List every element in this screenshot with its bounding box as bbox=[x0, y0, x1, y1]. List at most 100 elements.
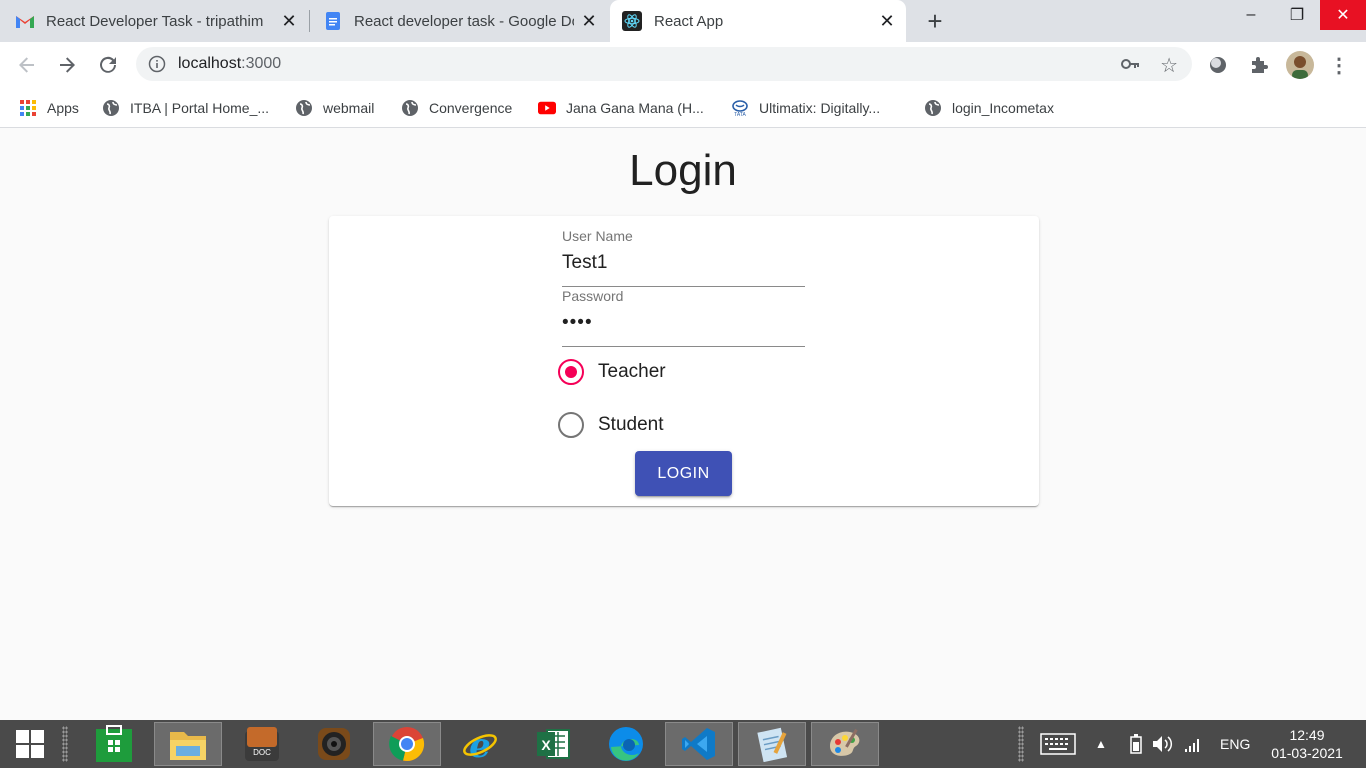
show-hidden-icons-icon[interactable]: ▲ bbox=[1095, 720, 1107, 768]
bookmark-apps[interactable]: Apps bbox=[19, 96, 79, 120]
battery-icon[interactable] bbox=[1130, 720, 1142, 768]
bookmark-incometax[interactable]: login_Incometax bbox=[924, 96, 1054, 120]
avatar[interactable] bbox=[1286, 51, 1314, 79]
minimize-button[interactable]: – bbox=[1228, 0, 1274, 30]
internet-explorer-icon[interactable]: e bbox=[446, 722, 514, 766]
react-icon bbox=[622, 11, 642, 31]
forward-arrow-icon[interactable] bbox=[54, 52, 80, 78]
tab-separator bbox=[309, 10, 310, 32]
bookmark-ultimatix[interactable]: TATA Ultimatix: Digitally... bbox=[731, 96, 880, 120]
new-tab-button[interactable]: + bbox=[922, 8, 948, 35]
globe-icon bbox=[102, 99, 120, 117]
address-bar[interactable]: localhost:3000 ☆ bbox=[136, 47, 1192, 81]
taskbar-grip bbox=[62, 726, 68, 762]
info-icon[interactable] bbox=[148, 55, 166, 73]
username-field[interactable]: User Name Test1 bbox=[562, 228, 805, 287]
gmail-icon bbox=[16, 12, 34, 30]
speaker-app-icon[interactable] bbox=[300, 722, 368, 766]
key-icon[interactable] bbox=[1120, 55, 1140, 78]
login-button[interactable]: LOGIN bbox=[635, 451, 732, 496]
tab-title: React developer task - Google Do bbox=[354, 12, 574, 30]
bookmark-label: Ultimatix: Digitally... bbox=[759, 100, 881, 116]
radio-unchecked-icon[interactable] bbox=[558, 412, 584, 438]
bookmark-label: webmail bbox=[323, 100, 375, 116]
bookmark-label: Convergence bbox=[429, 100, 513, 116]
tab-google-docs[interactable]: React developer task - Google Do ✕ bbox=[324, 0, 608, 42]
bookmarks-bar: Apps ITBA | Portal Home_... webmail Conv… bbox=[0, 88, 1366, 128]
reload-icon[interactable] bbox=[95, 52, 121, 78]
bookmark-itba[interactable]: ITBA | Portal Home_... bbox=[102, 96, 269, 120]
bookmark-label: Jana Gana Mana (H... bbox=[566, 100, 704, 116]
globe-icon bbox=[401, 99, 419, 117]
bookmark-label: login_Incometax bbox=[952, 100, 1054, 116]
username-input[interactable]: Test1 bbox=[562, 252, 805, 278]
bookmark-youtube[interactable]: Jana Gana Mana (H... bbox=[538, 96, 704, 120]
username-label: User Name bbox=[562, 228, 633, 244]
password-underline bbox=[562, 346, 805, 347]
notepad-icon[interactable] bbox=[738, 722, 806, 766]
close-tab-icon[interactable]: ✕ bbox=[280, 12, 298, 30]
close-tab-icon[interactable]: ✕ bbox=[580, 12, 598, 30]
bookmark-star-icon[interactable]: ☆ bbox=[1160, 53, 1178, 78]
page-title: Login bbox=[629, 146, 737, 195]
file-explorer-icon[interactable] bbox=[154, 722, 222, 766]
bookmark-label: Apps bbox=[47, 100, 79, 116]
doc-viewer-icon[interactable]: DOC bbox=[228, 722, 296, 766]
tab-title: React App bbox=[654, 12, 724, 30]
signal-icon[interactable] bbox=[1184, 720, 1202, 768]
password-input[interactable]: •••• bbox=[562, 312, 805, 338]
radio-student[interactable]: Student bbox=[558, 412, 664, 438]
taskbar: DOC e X ▲ ENG 12:49 01-03-2021 bbox=[0, 720, 1366, 768]
clock-date: 01-03-2021 bbox=[1271, 745, 1343, 761]
clock-time: 12:49 bbox=[1289, 727, 1325, 743]
tab-title: React Developer Task - tripathim bbox=[46, 12, 264, 30]
bookmark-label: ITBA | Portal Home_... bbox=[130, 100, 270, 116]
paint-icon[interactable] bbox=[811, 722, 879, 766]
menu-kebab-icon[interactable]: ⋮ bbox=[1328, 54, 1350, 77]
radio-teacher[interactable]: Teacher bbox=[558, 359, 666, 385]
youtube-icon bbox=[538, 99, 556, 117]
svg-text:X: X bbox=[541, 737, 551, 753]
url-port: :3000 bbox=[241, 55, 282, 72]
globe-icon bbox=[295, 99, 313, 117]
close-window-button[interactable]: ✕ bbox=[1320, 0, 1366, 30]
restore-button[interactable]: ❐ bbox=[1274, 0, 1320, 30]
taskbar-grip bbox=[1018, 726, 1024, 762]
windows-store-icon[interactable] bbox=[80, 722, 148, 766]
keyboard-icon[interactable] bbox=[1040, 720, 1076, 768]
tata-icon: TATA bbox=[731, 99, 749, 117]
svg-text:TATA: TATA bbox=[734, 112, 746, 117]
radio-checked-icon[interactable] bbox=[558, 359, 584, 385]
password-label: Password bbox=[562, 288, 624, 304]
radio-label: Teacher bbox=[598, 361, 666, 382]
svg-text:e: e bbox=[469, 726, 491, 763]
google-docs-icon bbox=[324, 12, 342, 30]
radio-label: Student bbox=[598, 414, 664, 435]
browser-toolbar: localhost:3000 ☆ ⋮ bbox=[0, 42, 1366, 88]
edge-icon[interactable] bbox=[592, 722, 660, 766]
svg-text:DOC: DOC bbox=[253, 748, 271, 757]
windows-start-icon[interactable] bbox=[0, 722, 60, 766]
password-field[interactable]: Password •••• bbox=[562, 288, 805, 347]
back-arrow-icon[interactable] bbox=[14, 52, 40, 78]
close-tab-icon[interactable]: ✕ bbox=[878, 12, 896, 30]
url-text: localhost:3000 bbox=[178, 55, 281, 73]
volume-icon[interactable] bbox=[1152, 720, 1174, 768]
tab-react-app[interactable]: React App ✕ bbox=[610, 0, 906, 42]
username-underline bbox=[562, 286, 805, 287]
extension-circle-icon[interactable] bbox=[1207, 54, 1229, 76]
login-card: User Name Test1 Password •••• Teacher St… bbox=[329, 216, 1039, 506]
extensions-puzzle-icon[interactable] bbox=[1248, 54, 1270, 76]
system-clock[interactable]: 12:49 01-03-2021 bbox=[1262, 726, 1352, 762]
url-host: localhost bbox=[178, 55, 242, 72]
tab-strip: React Developer Task - tripathim ✕ React… bbox=[0, 0, 1366, 42]
chrome-icon[interactable] bbox=[373, 722, 441, 766]
tab-gmail[interactable]: React Developer Task - tripathim ✕ bbox=[16, 0, 308, 42]
excel-icon[interactable]: X bbox=[519, 722, 587, 766]
apps-grid-icon bbox=[19, 99, 37, 117]
globe-icon bbox=[924, 99, 942, 117]
language-indicator[interactable]: ENG bbox=[1220, 720, 1250, 768]
vscode-icon[interactable] bbox=[665, 722, 733, 766]
bookmark-convergence[interactable]: Convergence bbox=[401, 96, 512, 120]
bookmark-webmail[interactable]: webmail bbox=[295, 96, 374, 120]
